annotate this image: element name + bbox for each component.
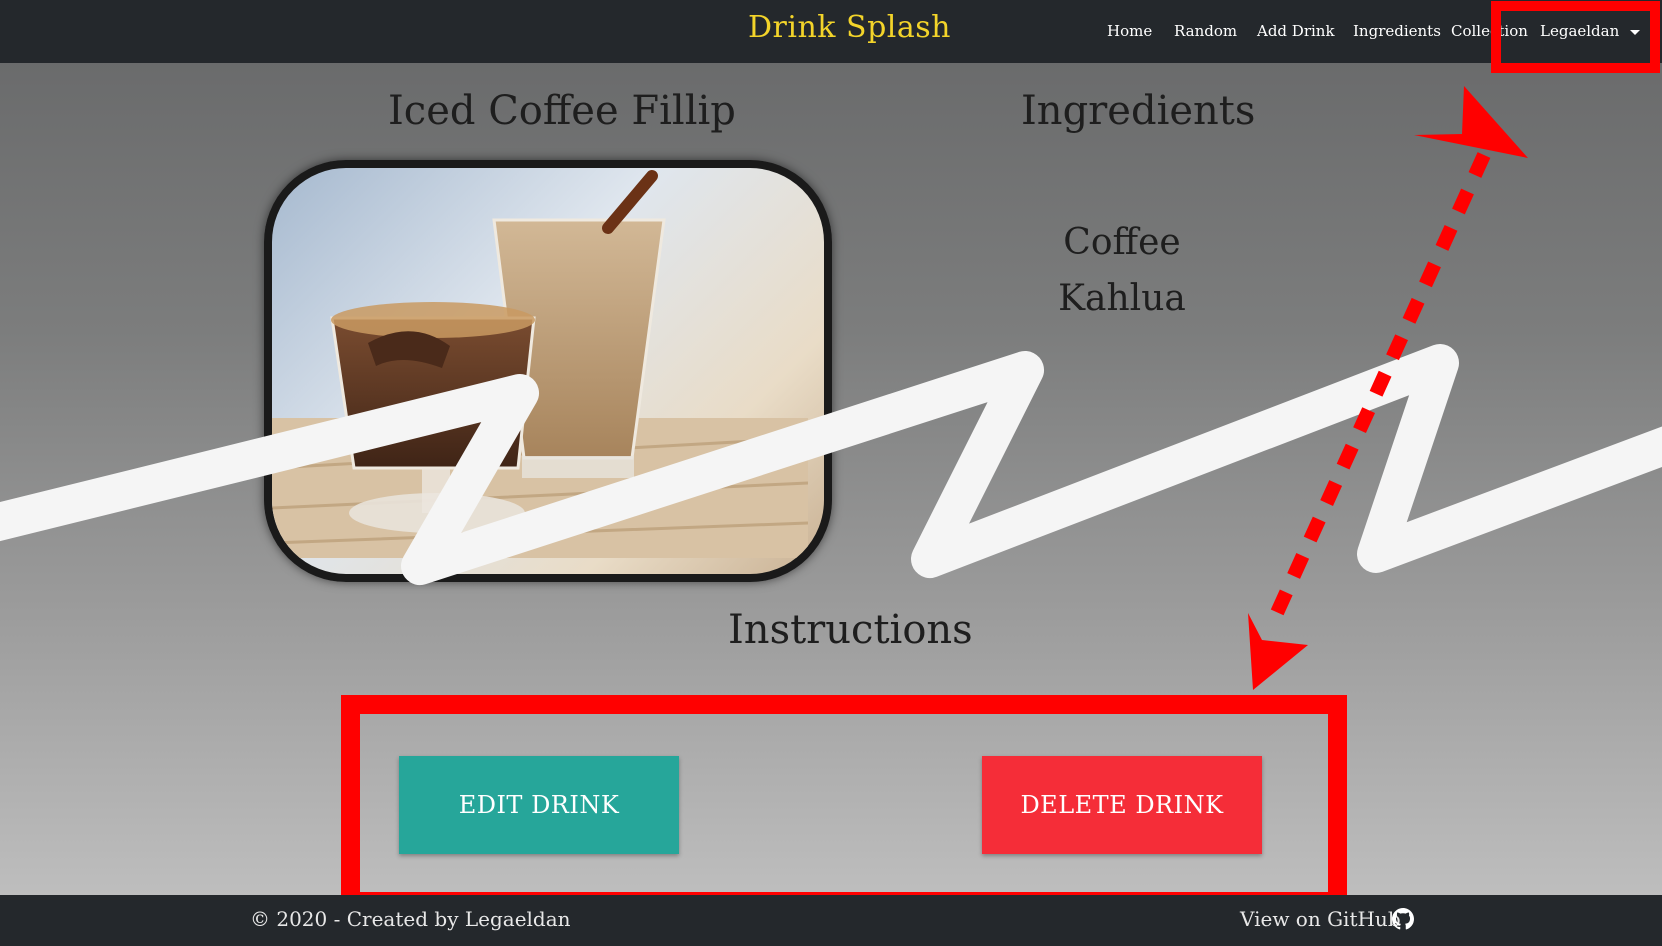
nav-link-ingredients[interactable]: Ingredients <box>1353 22 1441 40</box>
nav-link-random[interactable]: Random <box>1174 22 1237 40</box>
ingredient-item: Coffee <box>1063 222 1181 263</box>
edit-drink-button[interactable]: EDIT DRINK <box>399 756 679 854</box>
github-link[interactable]: View on GitHub <box>1240 907 1401 931</box>
drink-image <box>264 160 832 582</box>
ingredient-item: Kahlua <box>1058 278 1186 319</box>
nav-link-add-drink[interactable]: Add Drink <box>1257 22 1335 40</box>
user-menu-highlight <box>1491 1 1660 73</box>
ingredients-heading: Ingredients <box>1021 88 1256 134</box>
navbar: Drink Splash Home Random Add Drink Ingre… <box>0 0 1662 63</box>
nav-link-home[interactable]: Home <box>1107 22 1152 40</box>
drink-title: Iced Coffee Fillip <box>388 88 736 134</box>
copyright-text: © 2020 - Created by Legaeldan <box>250 907 571 931</box>
github-icon[interactable] <box>1392 908 1414 930</box>
dotted-arrow-line <box>1269 152 1491 618</box>
footer: © 2020 - Created by Legaeldan View on Gi… <box>0 895 1662 946</box>
drink-illustration <box>272 170 808 558</box>
instructions-heading: Instructions <box>728 607 973 653</box>
brand-logo[interactable]: Drink Splash <box>748 10 951 45</box>
delete-drink-button[interactable]: DELETE DRINK <box>982 756 1262 854</box>
arrowhead-down-icon <box>1248 613 1308 690</box>
arrowhead-up-icon <box>1414 86 1528 158</box>
